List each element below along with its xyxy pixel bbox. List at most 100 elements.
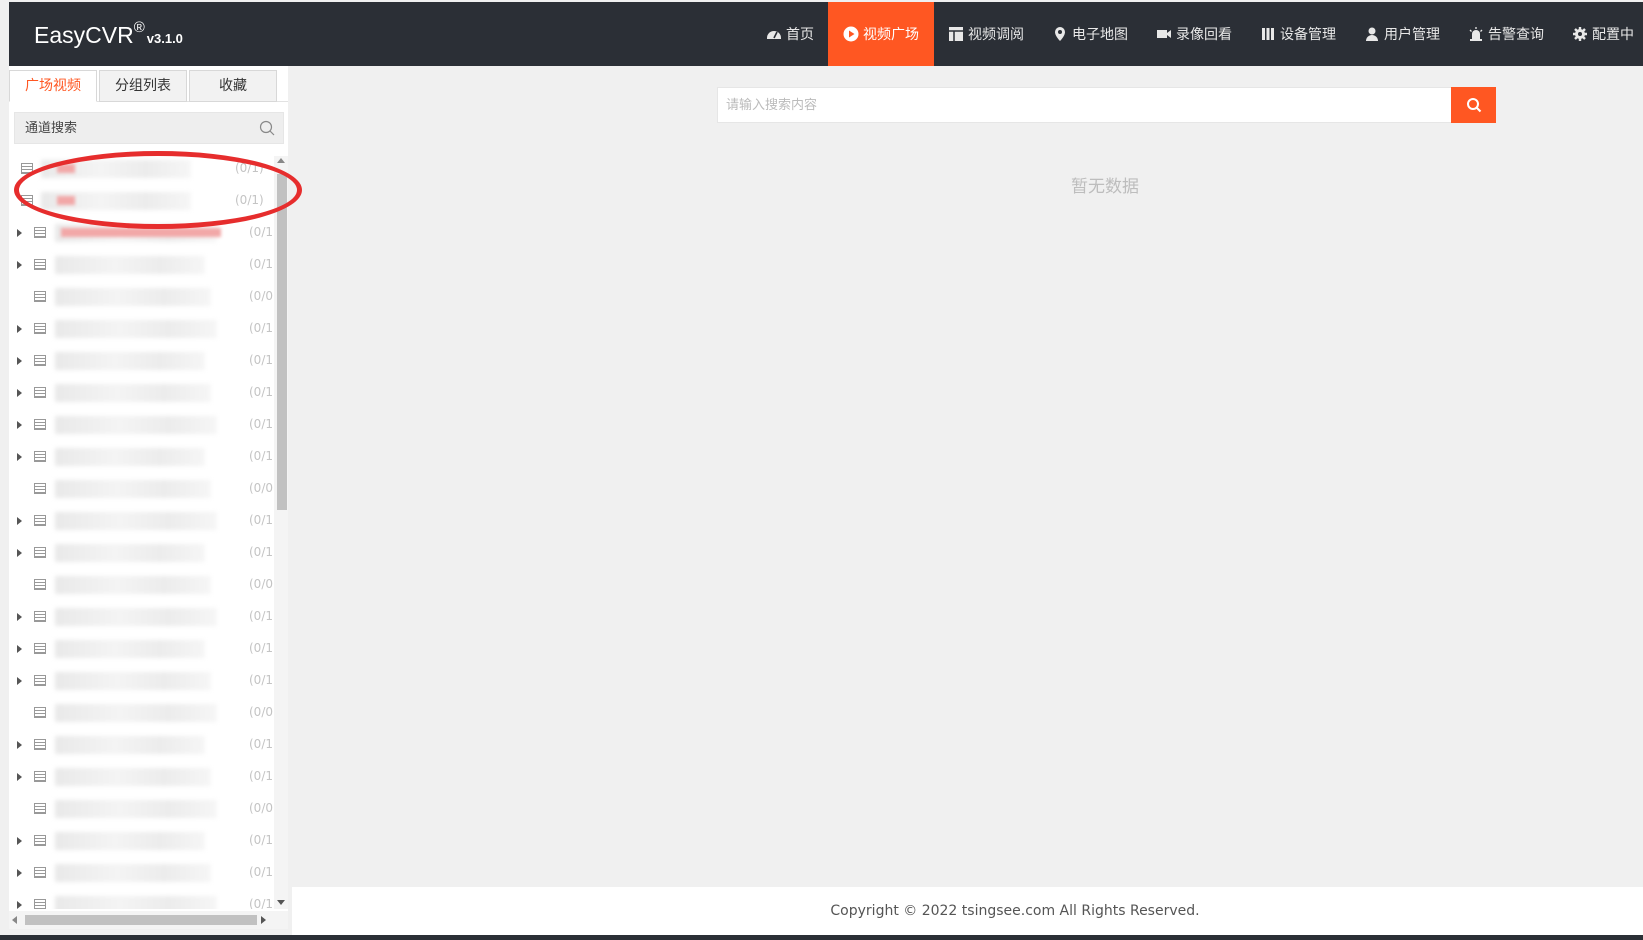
channel-count: (0/1 (249, 641, 273, 655)
device-icon (34, 227, 46, 238)
expand-arrow-icon[interactable] (17, 837, 22, 845)
scroll-right-arrow[interactable] (261, 916, 266, 924)
tree-row[interactable]: (0/0 (9, 570, 274, 600)
redacted-channel-name (55, 704, 217, 722)
map-pin-icon (1055, 27, 1065, 41)
expand-arrow-icon[interactable] (17, 389, 22, 397)
channel-count: (0/1 (249, 737, 273, 751)
tree-row[interactable]: (0/1 (9, 762, 274, 792)
tree-row[interactable]: (0/1) (9, 154, 274, 184)
nav-map[interactable]: 电子地图 (1038, 2, 1142, 66)
redacted-channel-name (55, 384, 211, 402)
channel-count: (0/0 (249, 577, 273, 591)
device-icon (21, 195, 33, 206)
tree-row[interactable]: (0/1 (9, 218, 274, 248)
expand-arrow-icon[interactable] (17, 517, 22, 525)
brand-logo[interactable]: EasyCVR®v3.1.0 (34, 19, 183, 49)
tree-row[interactable]: (0/1 (9, 506, 274, 536)
nav-video-square[interactable]: 视频广场 (828, 2, 934, 66)
expand-arrow-icon[interactable] (17, 677, 22, 685)
expand-arrow-icon[interactable] (17, 613, 22, 621)
expand-arrow-icon[interactable] (17, 901, 22, 909)
tree-row[interactable]: (0/1 (9, 634, 274, 664)
device-icon (34, 579, 46, 590)
channel-count: (0/0 (249, 481, 273, 495)
tree-row[interactable]: (0/0 (9, 794, 274, 824)
tree-row[interactable]: (0/1 (9, 538, 274, 568)
table-icon (949, 27, 963, 41)
expand-arrow-icon[interactable] (17, 645, 22, 653)
device-icon (34, 515, 46, 526)
expand-arrow-icon[interactable] (17, 741, 22, 749)
nav-config-label: 配置中 (1592, 27, 1634, 43)
redacted-channel-name (55, 672, 211, 690)
main-search-button[interactable] (1451, 87, 1496, 123)
nav-devices[interactable]: 设备管理 (1246, 2, 1350, 66)
redacted-channel-name (55, 864, 211, 882)
tree-row[interactable]: (0/1 (9, 890, 274, 909)
tab-square-video[interactable]: 广场视频 (9, 70, 97, 102)
tree-row[interactable]: (0/1 (9, 826, 274, 856)
tree-row[interactable]: (0/1 (9, 410, 274, 440)
tree-row[interactable]: (0/1 (9, 602, 274, 632)
search-icon[interactable] (259, 120, 275, 136)
redacted-channel-name (55, 416, 217, 434)
device-icon (34, 483, 46, 494)
redacted-channel-name (55, 608, 217, 626)
nav-home[interactable]: 首页 (752, 2, 828, 66)
expand-arrow-icon[interactable] (17, 325, 22, 333)
scroll-thumb[interactable] (277, 174, 287, 510)
tree-row[interactable]: (0/1) (9, 186, 274, 216)
device-icon (34, 867, 46, 878)
user-icon (1366, 27, 1378, 41)
tree-row[interactable]: (0/1 (9, 858, 274, 888)
main-nav: 首页 视频广场 视频调阅 电子地图 录像回看 设备管理 用户管理 告警查询 配置… (752, 2, 1643, 66)
redacted-channel-name (55, 256, 205, 274)
nav-playback[interactable]: 录像回看 (1142, 2, 1246, 66)
vertical-scrollbar[interactable] (274, 156, 288, 909)
expand-arrow-icon[interactable] (17, 773, 22, 781)
redacted-channel-name (55, 448, 205, 466)
tab-favorites[interactable]: 收藏 (189, 70, 277, 102)
scroll-up-arrow[interactable] (277, 158, 285, 163)
tree-row[interactable]: (0/1 (9, 378, 274, 408)
device-icon (34, 291, 46, 302)
main-search-input[interactable] (718, 88, 1448, 122)
expand-arrow-icon[interactable] (17, 453, 22, 461)
tree-row[interactable]: (0/1 (9, 666, 274, 696)
expand-arrow-icon[interactable] (17, 421, 22, 429)
horizontal-scrollbar[interactable] (9, 911, 288, 929)
tree-row[interactable]: (0/1 (9, 730, 274, 760)
channel-search-input[interactable] (15, 113, 245, 143)
tree-row[interactable]: (0/1 (9, 314, 274, 344)
tree-row[interactable]: (0/0 (9, 474, 274, 504)
channel-count: (0/0 (249, 801, 273, 815)
device-icon (34, 835, 46, 846)
tree-row[interactable]: (0/1 (9, 250, 274, 280)
nav-map-label: 电子地图 (1072, 27, 1128, 43)
tree-row[interactable]: (0/1 (9, 346, 274, 376)
expand-arrow-icon[interactable] (17, 549, 22, 557)
nav-playback-label: 录像回看 (1176, 27, 1232, 43)
nav-config[interactable]: 配置中 (1558, 2, 1643, 66)
channel-count: (0/0 (249, 705, 273, 719)
expand-arrow-icon[interactable] (17, 261, 22, 269)
hscroll-thumb[interactable] (25, 915, 257, 925)
tree-row[interactable]: (0/0 (9, 282, 274, 312)
expand-arrow-icon[interactable] (17, 357, 22, 365)
redacted-channel-name (55, 512, 217, 530)
scroll-down-arrow[interactable] (277, 900, 285, 905)
scroll-left-arrow[interactable] (12, 916, 17, 924)
nav-alarms-label: 告警查询 (1488, 27, 1544, 43)
sidebar-tabs: 广场视频 分组列表 收藏 (9, 70, 288, 102)
expand-arrow-icon[interactable] (17, 869, 22, 877)
device-icon (34, 355, 46, 366)
redacted-channel-name (55, 896, 217, 909)
tree-row[interactable]: (0/0 (9, 698, 274, 728)
nav-alarms[interactable]: 告警查询 (1454, 2, 1558, 66)
nav-users[interactable]: 用户管理 (1350, 2, 1454, 66)
nav-video-browse[interactable]: 视频调阅 (934, 2, 1038, 66)
tab-group-list[interactable]: 分组列表 (99, 70, 187, 102)
tree-row[interactable]: (0/1 (9, 442, 274, 472)
expand-arrow-icon[interactable] (17, 229, 22, 237)
